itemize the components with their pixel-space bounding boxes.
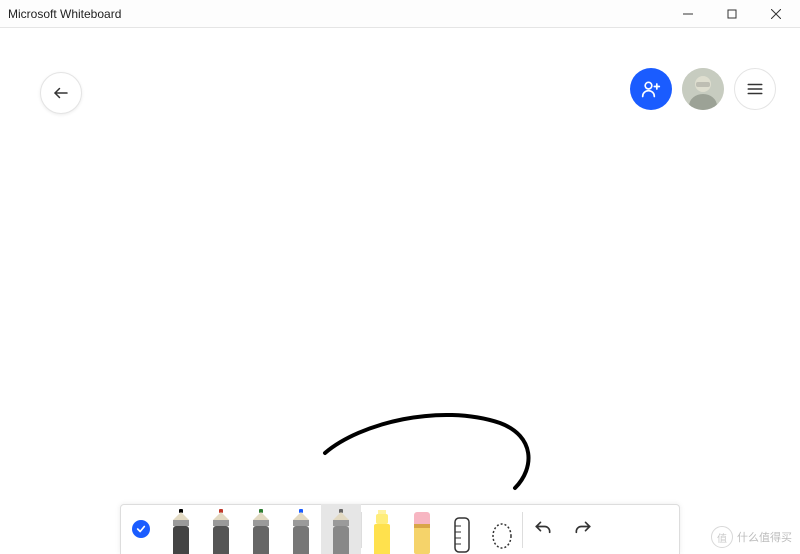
pen-gray[interactable] — [321, 504, 361, 554]
watermark-badge-icon: 值 — [711, 526, 733, 548]
pen-icon — [290, 510, 312, 554]
eraser-icon — [411, 510, 433, 554]
window-close-button[interactable] — [754, 0, 798, 28]
lasso-tool[interactable] — [482, 504, 522, 554]
highlighter-tool[interactable] — [362, 504, 402, 554]
checkmark-icon — [132, 520, 150, 538]
pen-icon — [210, 510, 232, 554]
back-button[interactable] — [40, 72, 82, 114]
active-pen-indicator[interactable] — [121, 504, 161, 554]
invite-button[interactable] — [630, 68, 672, 110]
lasso-icon — [489, 514, 515, 554]
watermark-text: 什么值得买 — [737, 529, 792, 545]
watermark: 值 什么值得买 — [711, 526, 792, 548]
pen-icon — [170, 510, 192, 554]
ruler-tool[interactable] — [442, 504, 482, 554]
undo-button[interactable] — [523, 504, 563, 554]
eraser-tool[interactable] — [402, 504, 442, 554]
drawing-toolbar — [120, 504, 680, 554]
window-title: Microsoft Whiteboard — [8, 7, 121, 21]
highlighter-icon — [371, 510, 393, 554]
window-minimize-button[interactable] — [666, 0, 710, 28]
back-arrow-icon — [52, 84, 70, 102]
pen-black[interactable] — [161, 504, 201, 554]
redo-button[interactable] — [563, 504, 603, 554]
avatar-image-icon — [682, 68, 724, 110]
pen-icon — [330, 510, 352, 554]
top-right-controls — [630, 68, 776, 110]
window-maximize-button[interactable] — [710, 0, 754, 28]
settings-menu-button[interactable] — [734, 68, 776, 110]
redo-icon — [573, 519, 593, 539]
pen-green[interactable] — [241, 504, 281, 554]
ruler-icon — [449, 514, 475, 554]
window-titlebar: Microsoft Whiteboard — [0, 0, 800, 28]
ink-stroke — [320, 408, 550, 518]
window-controls — [666, 0, 798, 28]
hamburger-icon — [746, 80, 764, 98]
user-avatar[interactable] — [682, 68, 724, 110]
person-add-icon — [641, 79, 661, 99]
undo-icon — [533, 519, 553, 539]
pen-red[interactable] — [201, 504, 241, 554]
pen-icon — [250, 510, 272, 554]
pen-blue[interactable] — [281, 504, 321, 554]
whiteboard-canvas[interactable]: 值 什么值得买 — [0, 28, 800, 554]
